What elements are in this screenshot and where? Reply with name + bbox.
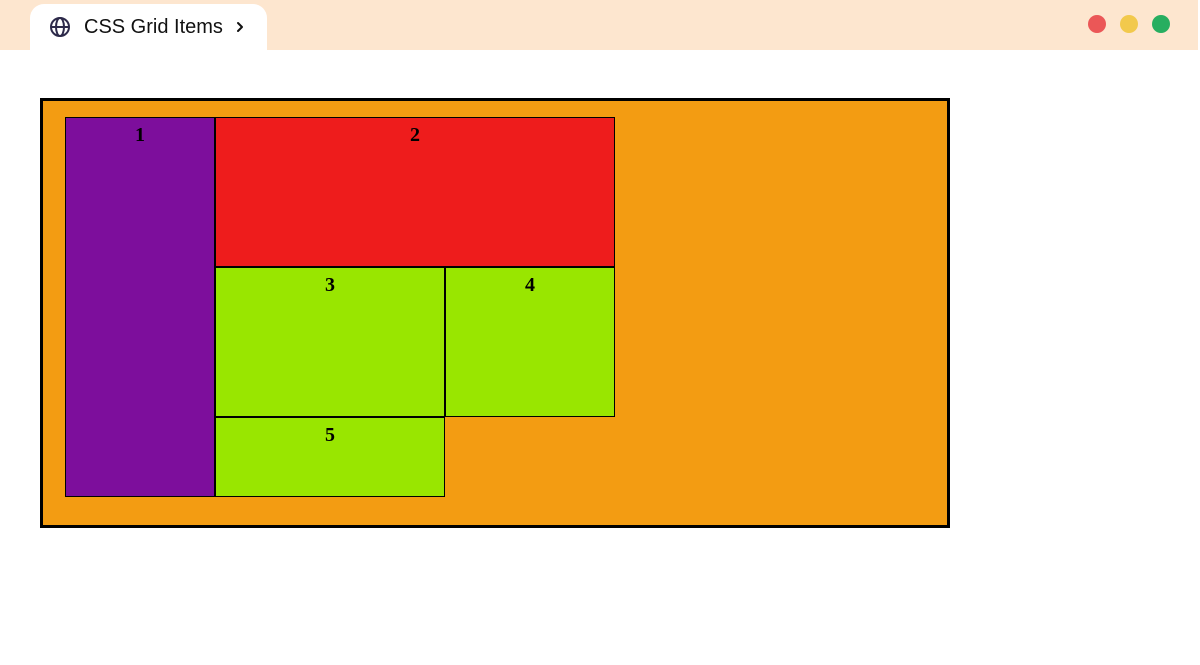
grid-item-3: 3 xyxy=(215,267,445,417)
browser-tab[interactable]: CSS Grid Items xyxy=(30,4,267,50)
window-minimize-button[interactable] xyxy=(1120,15,1138,33)
browser-window: CSS Grid Items 1 2 3 4 5 xyxy=(0,0,1198,658)
globe-icon xyxy=(48,15,72,39)
css-grid: 1 2 3 4 5 xyxy=(65,117,931,497)
chevron-right-icon xyxy=(235,22,245,32)
window-close-button[interactable] xyxy=(1088,15,1106,33)
grid-item-1: 1 xyxy=(65,117,215,497)
grid-item-2: 2 xyxy=(215,117,615,267)
grid-item-5: 5 xyxy=(215,417,445,497)
grid-item-4: 4 xyxy=(445,267,615,417)
grid-container: 1 2 3 4 5 xyxy=(40,98,950,528)
window-maximize-button[interactable] xyxy=(1152,15,1170,33)
tab-title: CSS Grid Items xyxy=(84,16,223,39)
page-content: 1 2 3 4 5 xyxy=(0,50,1198,568)
title-bar: CSS Grid Items xyxy=(0,0,1198,50)
window-controls xyxy=(1088,15,1170,33)
